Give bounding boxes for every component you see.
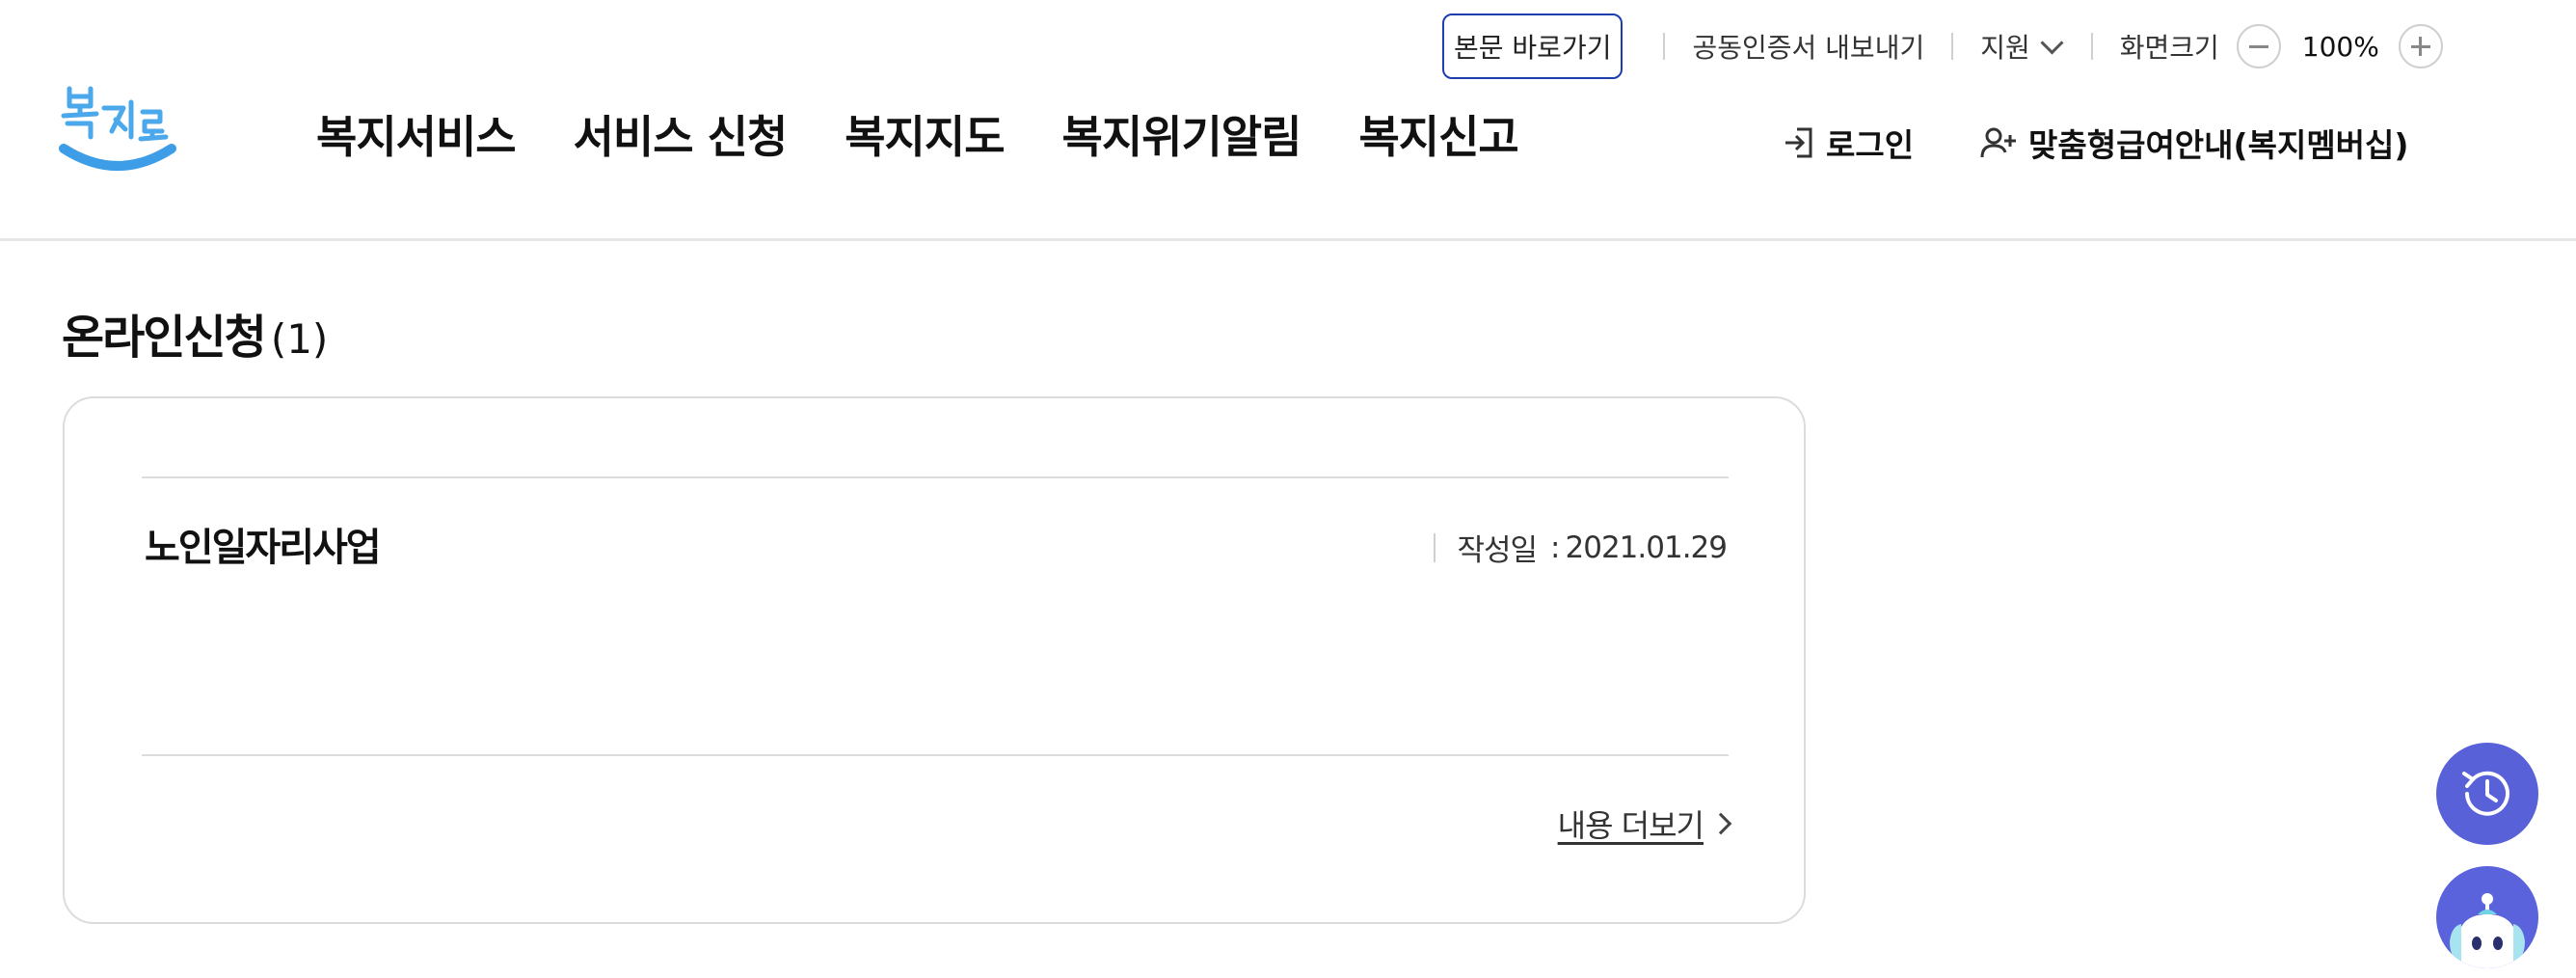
bokjiro-logo[interactable] [58, 85, 181, 185]
date-value: 2021.01.29 [1565, 530, 1728, 565]
item-date: 작성일 : 2021.01.29 [1434, 526, 1728, 569]
membership-link[interactable]: 맞춤형급여안내(복지멤버십) [1980, 120, 2408, 166]
login-icon [1785, 127, 1812, 158]
zoom-value: 100% [2301, 30, 2379, 63]
card-divider-top [142, 476, 1729, 478]
date-divider [1434, 532, 1436, 562]
minus-icon[interactable] [2236, 24, 2281, 68]
screen-size-label: 화면크기 [2119, 32, 2219, 64]
nav-service-apply[interactable]: 서비스 신청 [574, 102, 789, 166]
chatbot-icon [2450, 893, 2525, 968]
main-navigation: 복지서비스 서비스 신청 복지지도 복지위기알림 복지신고 [316, 102, 1576, 166]
section-title-text: 온라인신청 [62, 311, 267, 365]
cert-export-link[interactable]: 공동인증서 내보내기 [1692, 27, 1924, 66]
screen-size-control: 화면크기 100% [2120, 24, 2443, 68]
section-title: 온라인신청 (1) [62, 299, 328, 367]
date-separator: : [1550, 530, 1561, 565]
header-divider [0, 238, 2576, 241]
item-title: 노인일자리사업 [145, 526, 382, 570]
skip-to-content-link[interactable]: 본문 바로가기 [1442, 14, 1623, 79]
user-add-icon [1980, 127, 2016, 158]
login-link[interactable]: 로그인 [1782, 120, 1914, 166]
chatbot-button[interactable] [2436, 866, 2538, 968]
card-divider-bottom [142, 754, 1729, 756]
divider [1951, 33, 1954, 60]
support-dropdown[interactable]: 지원 [1980, 27, 2064, 66]
divider [1663, 33, 1666, 60]
chevron-down-icon [2040, 30, 2064, 55]
support-label: 지원 [1980, 32, 2030, 64]
history-button[interactable] [2436, 743, 2538, 845]
application-card: 노인일자리사업 작성일 : 2021.01.29 내용 더보기 [63, 396, 1806, 924]
divider [2090, 33, 2093, 60]
view-more-link[interactable]: 내용 더보기 [1557, 801, 1732, 846]
history-icon [2462, 771, 2509, 816]
nav-welfare-report[interactable]: 복지신고 [1358, 102, 1518, 166]
login-label: 로그인 [1826, 126, 1915, 164]
view-more-label: 내용 더보기 [1557, 807, 1704, 844]
plus-icon[interactable] [2398, 24, 2443, 68]
nav-crisis-alert[interactable]: 복지위기알림 [1062, 102, 1302, 166]
nav-welfare-service[interactable]: 복지서비스 [316, 102, 517, 166]
date-label: 작성일 [1457, 533, 1538, 568]
membership-label: 맞춤형급여안내(복지멤버십) [2028, 126, 2409, 164]
section-count: (1) [270, 315, 329, 363]
chevron-right-icon [1709, 812, 1732, 835]
nav-welfare-map[interactable]: 복지지도 [845, 102, 1005, 166]
utility-bar: 본문 바로가기 공동인증서 내보내기 지원 화면크기 100% [1442, 13, 2443, 80]
